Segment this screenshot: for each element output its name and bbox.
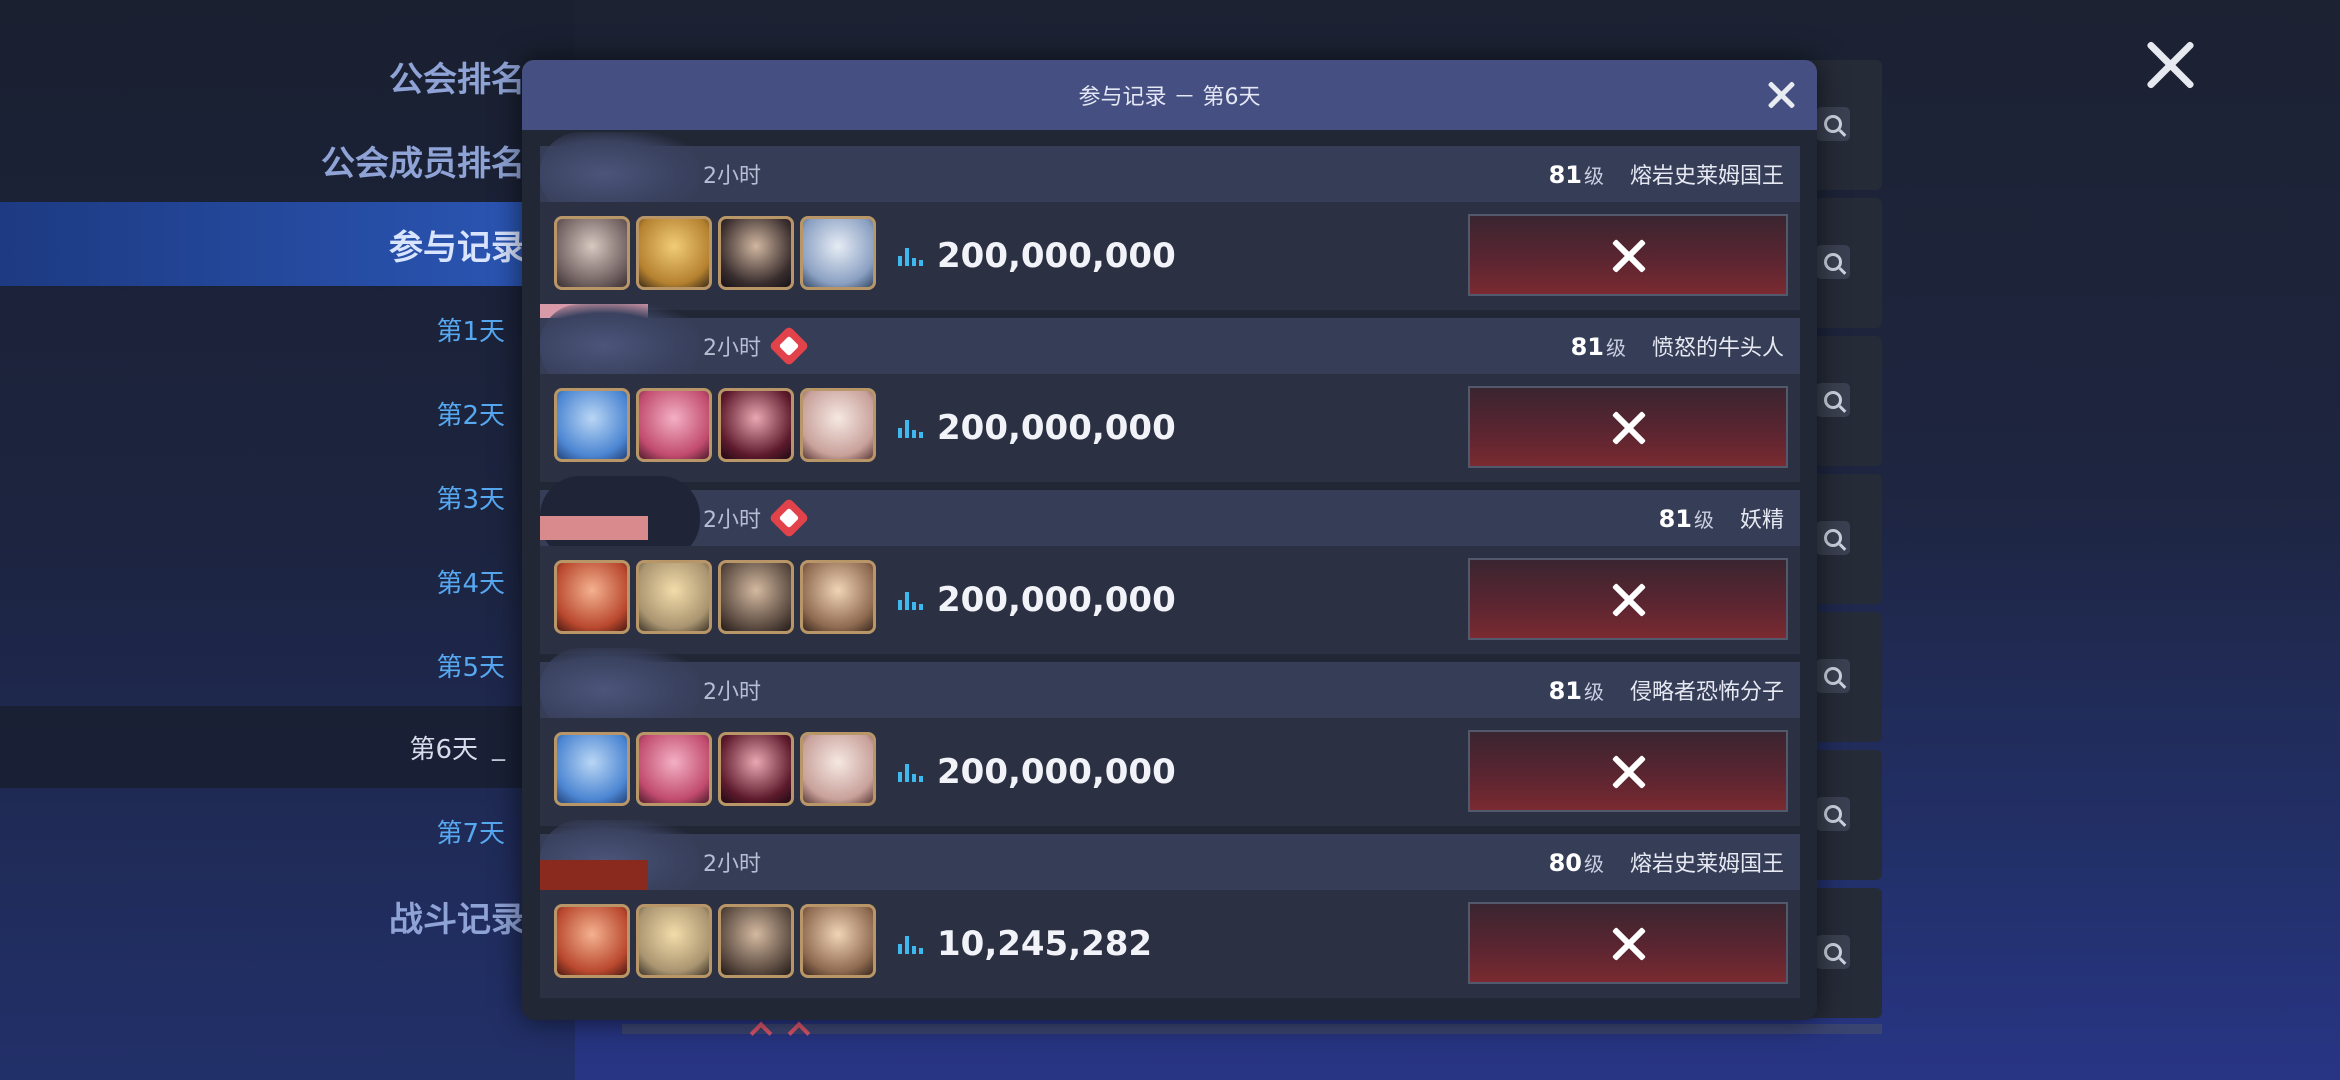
search-icon[interactable] [1816, 797, 1850, 831]
background-strip [622, 1024, 1882, 1034]
boss-level: 81 级 [1548, 676, 1604, 705]
damage-value: 200,000,000 [937, 752, 1176, 792]
hero-team [554, 560, 876, 634]
record-row: 2小时 81 级 侵略者恐怖分子 200,000,000 [540, 648, 1800, 826]
sidebar-item-member-ranking[interactable]: 公会成员排名 [0, 118, 575, 202]
sidebar: 公会排名 公会成员排名 参与记录 第1天 第2天 第3天 第4天 第5天 第6天… [0, 0, 575, 1080]
modal-title: 参与记录 － 第6天 [1078, 85, 1261, 110]
search-icon[interactable] [1816, 107, 1850, 141]
bar-chart-icon [898, 418, 923, 438]
record-row: 2小时 81 级 熔岩史莱姆国王 200,000,000 [540, 132, 1800, 328]
boss-level: 80 级 [1548, 848, 1604, 877]
hero-portrait[interactable] [718, 732, 794, 806]
hero-team [554, 732, 876, 806]
hero-portrait[interactable] [636, 216, 712, 290]
hero-team [554, 216, 876, 290]
record-row: 2小时 81 级 妖精 200,000,000 [540, 476, 1800, 654]
chevron-up-icon [788, 1022, 808, 1034]
participation-record-modal: 参与记录 － 第6天 2小时 81级 熔岩史莱姆国王 200,000,000 [522, 60, 1817, 1020]
hero-portrait[interactable] [636, 388, 712, 462]
search-icon[interactable] [1816, 245, 1850, 279]
sidebar-day-4[interactable]: 第4天 [0, 540, 575, 622]
bar-chart-icon [898, 934, 923, 954]
hero-portrait[interactable] [636, 560, 712, 634]
hero-portrait[interactable] [554, 560, 630, 634]
sidebar-day-6[interactable]: 第6天 [0, 706, 575, 788]
close-icon[interactable] [2140, 36, 2200, 96]
sidebar-day-7[interactable]: 第7天 [0, 790, 575, 872]
avatar-frame [540, 516, 648, 540]
hero-portrait[interactable] [554, 732, 630, 806]
damage-value: 10,245,282 [937, 924, 1153, 964]
chevron-up-icon [750, 1022, 770, 1034]
boss-level: 81 级 [1548, 160, 1604, 189]
hero-team [554, 388, 876, 462]
hero-team [554, 904, 876, 978]
record-time: 2小时 [703, 336, 761, 361]
search-icon[interactable] [1816, 521, 1850, 555]
x-mark-icon [1610, 753, 1648, 791]
damage-value: 200,000,000 [937, 580, 1176, 620]
sidebar-day-3[interactable]: 第3天 [0, 456, 575, 538]
boss-name: 侵略者恐怖分子 [1629, 680, 1784, 705]
boss-name: 妖精 [1739, 508, 1784, 533]
hero-portrait[interactable] [718, 388, 794, 462]
boss-image [1468, 214, 1788, 296]
record-time: 2小时 [703, 852, 761, 877]
record-time: 2小时 [703, 164, 761, 189]
boss-name: 愤怒的牛头人 [1651, 336, 1784, 361]
hero-portrait[interactable] [718, 216, 794, 290]
boss-level: 81 级 [1658, 504, 1714, 533]
sidebar-item-battle-log[interactable]: 战斗记录 [0, 874, 575, 958]
boss-image [1468, 730, 1788, 812]
sidebar-item-participation[interactable]: 参与记录 [0, 202, 575, 286]
close-icon[interactable] [1765, 78, 1799, 112]
record-time: 2小时 [703, 508, 761, 533]
boss-name: 熔岩史莱姆国王 [1629, 164, 1784, 189]
record-row: 2小时 81 级 愤怒的牛头人 200,000,000 [540, 304, 1800, 482]
sidebar-day-2[interactable]: 第2天 [0, 372, 575, 454]
hero-portrait[interactable] [718, 560, 794, 634]
boss-level: 81 级 [1570, 332, 1626, 361]
avatar-frame [540, 860, 648, 890]
boss-image [1468, 558, 1788, 640]
search-icon[interactable] [1816, 383, 1850, 417]
x-mark-icon [1610, 409, 1648, 447]
record-time: 2小时 [703, 680, 761, 705]
sidebar-day-5[interactable]: 第5天 [0, 624, 575, 706]
hero-portrait[interactable] [636, 904, 712, 978]
bar-chart-icon [898, 590, 923, 610]
search-icon[interactable] [1816, 935, 1850, 969]
hero-portrait[interactable] [800, 732, 876, 806]
hero-portrait[interactable] [554, 904, 630, 978]
hero-portrait[interactable] [800, 388, 876, 462]
boss-emblem-icon [768, 497, 810, 539]
boss-image [1468, 902, 1788, 984]
hero-portrait[interactable] [800, 216, 876, 290]
hero-portrait[interactable] [554, 388, 630, 462]
boss-name: 熔岩史莱姆国王 [1629, 852, 1784, 877]
x-mark-icon [1610, 581, 1648, 619]
bar-chart-icon [898, 246, 923, 266]
bar-chart-icon [898, 762, 923, 782]
damage-value: 200,000,000 [937, 236, 1176, 276]
record-row: 2小时 80 级 熔岩史莱姆国王 10,245,282 [540, 820, 1800, 998]
modal-header: 参与记录 － 第6天 [522, 60, 1817, 130]
hero-portrait[interactable] [718, 904, 794, 978]
hero-portrait[interactable] [800, 904, 876, 978]
damage-value: 200,000,000 [937, 408, 1176, 448]
x-mark-icon [1610, 925, 1648, 963]
x-mark-icon [1610, 237, 1648, 275]
hero-portrait[interactable] [554, 216, 630, 290]
search-icon[interactable] [1816, 659, 1850, 693]
boss-emblem-icon [768, 325, 810, 367]
boss-image [1468, 386, 1788, 468]
hero-portrait[interactable] [636, 732, 712, 806]
sidebar-day-1[interactable]: 第1天 [0, 288, 575, 370]
sidebar-item-guild-ranking[interactable]: 公会排名 [0, 34, 575, 118]
hero-portrait[interactable] [800, 560, 876, 634]
